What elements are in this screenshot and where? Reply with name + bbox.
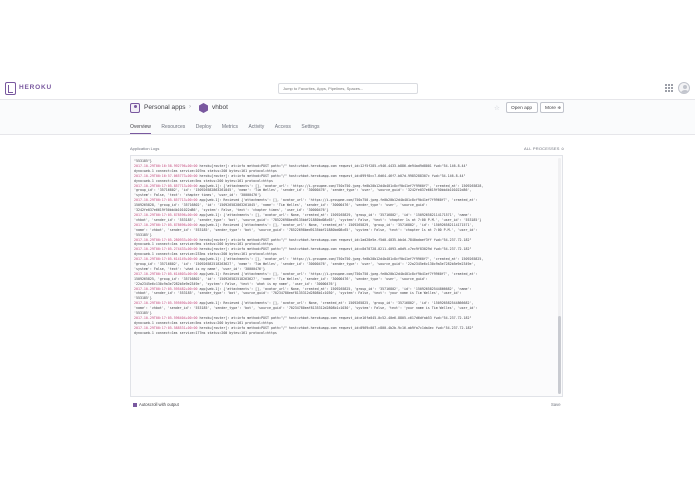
log-message: "553185"} bbox=[134, 159, 152, 163]
log-lines: "553185"} 2017-10-29T00:16:58.992796+00:0… bbox=[134, 159, 554, 336]
log-message: app[web.1]: Recieved {'attachments': [],… bbox=[199, 271, 478, 276]
log-message: app[web.1]: Recieved {'attachments': [],… bbox=[199, 198, 478, 203]
log-message: 'name': 'vhbot', 'sender_id': '553185', … bbox=[134, 227, 478, 232]
log-message: 'name': 'vhbot', 'sender_id': '553185', … bbox=[134, 306, 478, 311]
log-message: 'vhbot', 'sender_id': '553185', 'sender_… bbox=[134, 217, 482, 222]
app-header: Personal apps › vhbot ☆ Open app More ≑ … bbox=[0, 100, 695, 135]
log-message: '553185'} bbox=[134, 311, 152, 316]
process-filter-select[interactable]: ALL PROCESSES ≎ bbox=[524, 146, 564, 151]
log-message: dyno=web.1 connect=1ms service=177ms sta… bbox=[134, 330, 277, 335]
log-message: heroku[router]: at=info method=POST path… bbox=[199, 237, 472, 242]
top-navbar: HEROKU bbox=[0, 79, 695, 100]
log-message: '553185'} bbox=[134, 232, 152, 237]
log-message: heroku[router]: at=info method=POST path… bbox=[199, 316, 472, 320]
log-timestamp: 2017-10-29T00:17:05.614603+00:00 bbox=[134, 271, 198, 276]
log-timestamp: 2017-10-29T00:17:05.595482+00:00 bbox=[134, 286, 198, 291]
heroku-logo-icon[interactable] bbox=[5, 82, 16, 95]
log-message: heroku[router]: at=info method=POST path… bbox=[199, 173, 466, 178]
tab-deploy[interactable]: Deploy bbox=[196, 124, 212, 134]
log-message: heroku[router]: at=info method=POST path… bbox=[199, 163, 468, 168]
log-timestamp: 2017-10-29T00:17:05.596404+00:00 bbox=[134, 316, 198, 320]
scrollbar-thumb[interactable] bbox=[558, 316, 561, 394]
chevron-right-icon: › bbox=[189, 104, 191, 110]
app-tabs: Overview Resources Deploy Metrics Activi… bbox=[130, 124, 330, 134]
log-message: dyno=web.1 connect=1ms service=9ms statu… bbox=[134, 242, 273, 247]
log-message: 'group_id': '35716802', 'id': '150926582… bbox=[134, 188, 472, 193]
log-timestamp: 2017-10-29T00:17:05.857713+00:00 bbox=[134, 198, 198, 203]
log-timestamp: 2017-10-29T00:17:05.857713+00:00 bbox=[134, 183, 198, 188]
log-message: app[web.1]: {'attachments': [], 'avatar_… bbox=[199, 286, 472, 291]
more-button[interactable]: More ≑ bbox=[540, 102, 564, 113]
open-app-button[interactable]: Open app bbox=[506, 102, 538, 113]
avatar[interactable] bbox=[678, 82, 690, 94]
autoscroll-label: Autoscroll with output bbox=[139, 402, 179, 407]
log-message: heroku[router]: at=info method=POST path… bbox=[199, 325, 474, 330]
log-message: 'group_id': '35716802', 'id': '150926582… bbox=[134, 262, 476, 267]
autoscroll-toggle[interactable]: Autoscroll with output bbox=[133, 402, 179, 407]
log-message: 1509265828, 'group_id': '35716802', 'id'… bbox=[134, 203, 428, 208]
log-message: dyno=web.1 connect=1ms service=233ms sta… bbox=[134, 252, 277, 257]
log-message: dyno=web.1 connect=1ms service=107ms sta… bbox=[134, 168, 277, 173]
autoscroll-checkbox[interactable] bbox=[133, 402, 137, 407]
tab-activity[interactable]: Activity bbox=[248, 124, 264, 134]
log-timestamp: 2017-10-29T00:17:05.274433+00:00 bbox=[134, 247, 198, 252]
log-message: app[web.1]: {'attachments': [], 'avatar_… bbox=[199, 257, 484, 262]
log-message: app[web.1]: {'attachments': [], 'avatar_… bbox=[199, 183, 484, 188]
log-timestamp: 2017-10-29T00:17:05.595690+00:00 bbox=[134, 301, 198, 306]
log-message: dyno=web.1 connect=1ms service=5ms statu… bbox=[134, 178, 273, 183]
log-message: app[web.1]: {'attachments': [], 'avatar_… bbox=[199, 212, 472, 217]
apps-grid-icon[interactable] bbox=[665, 84, 673, 92]
log-message: '22a2345e6c130c9a3e7282b5e9e2349e', 'sys… bbox=[134, 281, 337, 286]
log-message: heroku[router]: at=info method=POST path… bbox=[199, 247, 472, 252]
tab-resources[interactable]: Resources bbox=[161, 124, 185, 134]
log-timestamp: 2017-10-29T00:17:05.588531+00:00 bbox=[134, 325, 198, 330]
star-icon[interactable]: ☆ bbox=[494, 104, 500, 112]
log-line: dyno=web.1 connect=1ms service=177ms sta… bbox=[134, 331, 554, 336]
log-message: app[web.1]: Recieved {'attachments': [],… bbox=[199, 301, 474, 306]
log-message: '553185'} bbox=[134, 296, 152, 301]
log-timestamp: 2017-10-29T00:17:05.280933+00:00 bbox=[134, 237, 198, 242]
log-message: 'system': False, 'text': 'chapter times'… bbox=[134, 193, 262, 198]
person-icon bbox=[130, 103, 140, 113]
log-timestamp: 2017-10-29T00:17:05.878596+00:00 bbox=[134, 212, 198, 217]
search-input[interactable] bbox=[278, 83, 418, 94]
log-message: '3242fe037e6619f50bb4b101022d86', 'syste… bbox=[134, 208, 329, 213]
tab-settings[interactable]: Settings bbox=[301, 124, 319, 134]
log-message: app[web.1]: Recieved {'attachments': [],… bbox=[199, 222, 474, 227]
log-output[interactable]: "553185"} 2017-10-29T00:16:58.992796+00:0… bbox=[130, 155, 563, 397]
log-timestamp: 2017-10-29T00:17:05.878696+00:00 bbox=[134, 222, 198, 227]
tab-overview[interactable]: Overview bbox=[130, 124, 151, 134]
tab-access[interactable]: Access bbox=[275, 124, 291, 134]
log-timestamp: 2017-10-29T00:16:57.065773+00:00 bbox=[134, 173, 198, 178]
log-timestamp: 2017-10-29T00:16:58.992796+00:00 bbox=[134, 163, 198, 168]
logs-title: Application Logs bbox=[130, 146, 160, 151]
breadcrumb-app-name[interactable]: vhbot bbox=[212, 104, 228, 111]
app-hexagon-icon bbox=[199, 103, 208, 113]
save-logs-button[interactable]: Save bbox=[551, 402, 561, 407]
log-timestamp: 2017-10-29T00:17:05.614149+00:00 bbox=[134, 257, 198, 262]
log-message: 'system': False, 'text': 'what is my nam… bbox=[134, 266, 266, 271]
breadcrumb-personal-apps[interactable]: Personal apps bbox=[144, 104, 186, 111]
log-message: 1509265825, 'group_id': '35716802', 'id'… bbox=[134, 276, 428, 281]
brand-name[interactable]: HEROKU bbox=[19, 84, 52, 91]
log-message: dyno=web.1 connect=1ms service=5ms statu… bbox=[134, 320, 273, 325]
log-message: 'vhbot', 'sender_id': '553185', 'sender_… bbox=[134, 291, 462, 296]
tab-metrics[interactable]: Metrics bbox=[222, 124, 238, 134]
